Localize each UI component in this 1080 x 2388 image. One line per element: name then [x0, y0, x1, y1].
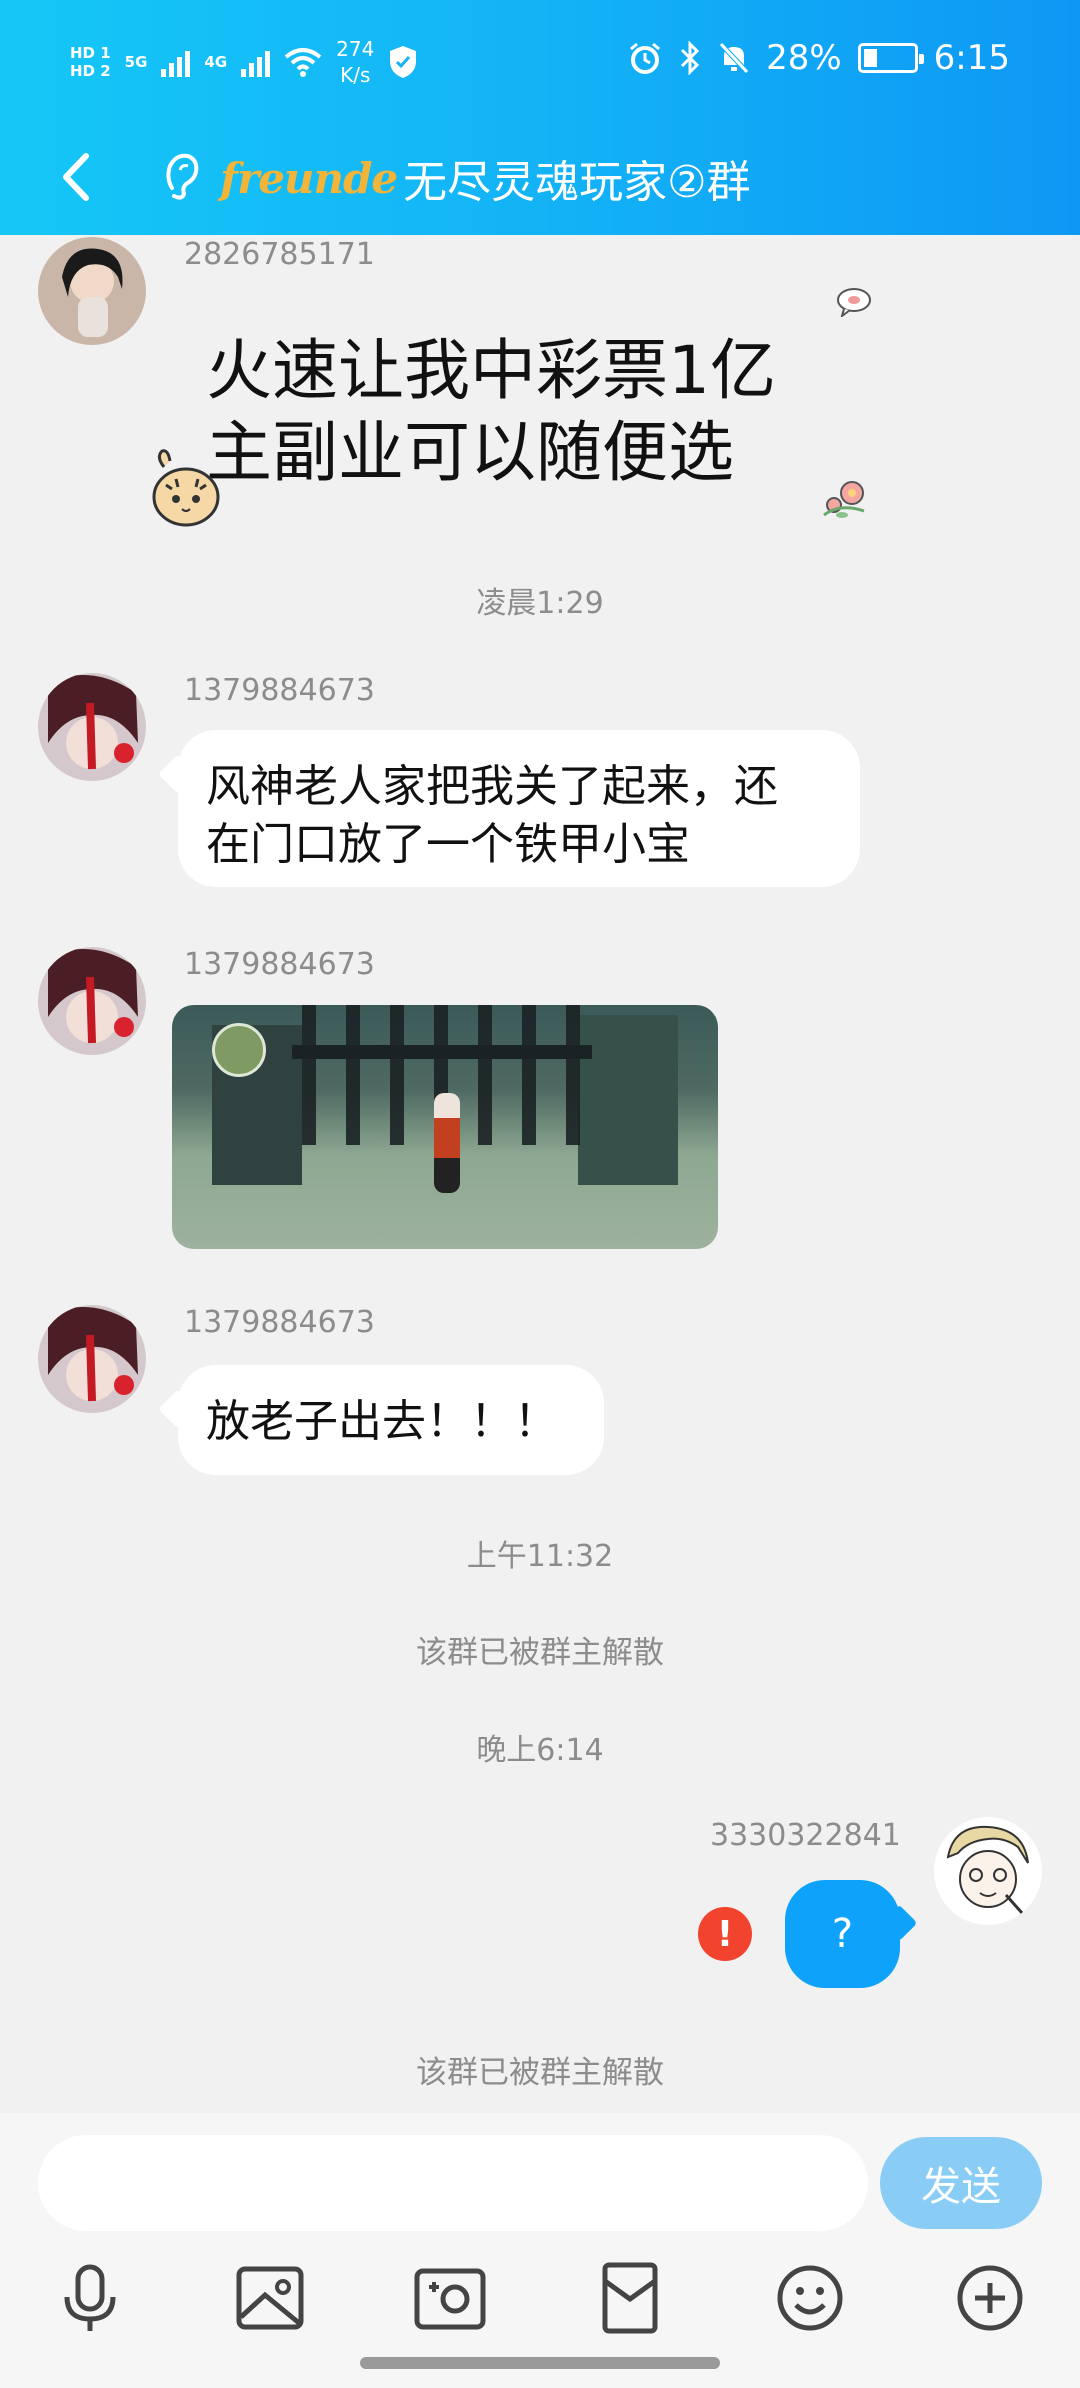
message-line: 风神老人家把我关了起来，还	[206, 761, 778, 812]
avatar[interactable]	[38, 1305, 146, 1413]
tiger-sticker-icon	[152, 449, 220, 527]
camera-icon[interactable]	[405, 2253, 495, 2343]
image-icon[interactable]	[225, 2253, 315, 2343]
network-speed: 274 K/s	[336, 36, 374, 88]
red-packet-icon[interactable]	[585, 2253, 675, 2343]
send-button[interactable]: 发送	[880, 2137, 1042, 2229]
sender-name: 1379884673	[184, 1305, 375, 1340]
send-failed-icon[interactable]: !	[698, 1907, 752, 1961]
sim-badges: HD 1 HD 2	[70, 44, 111, 80]
message-input[interactable]	[38, 2135, 868, 2231]
title-bar: freunde 无尽灵魂玩家②群	[0, 130, 1080, 235]
clock: 6:15	[933, 38, 1010, 78]
home-indicator[interactable]	[360, 2357, 720, 2369]
shield-icon	[390, 46, 417, 78]
sender-name: 3330322841	[710, 1818, 901, 1853]
back-icon[interactable]	[48, 142, 108, 212]
avatar[interactable]	[934, 1817, 1042, 1925]
bluetooth-icon	[681, 41, 700, 75]
mute-icon	[719, 42, 749, 74]
signal-icon-2	[241, 47, 271, 77]
game-screenshot-image[interactable]	[172, 1005, 718, 1249]
battery-fill	[863, 49, 877, 67]
emoji-icon[interactable]	[765, 2253, 855, 2343]
composer: 发送	[0, 2113, 1080, 2388]
timestamp: 凌晨1:29	[476, 586, 604, 621]
mic-icon[interactable]	[45, 2253, 135, 2343]
group-title: 无尽灵魂玩家②群	[403, 157, 751, 208]
network-type-1: 5G	[124, 53, 148, 71]
minimap-icon	[212, 1023, 266, 1077]
own-message-bubble[interactable]: ?	[785, 1880, 900, 1988]
timestamp: 晚上6:14	[476, 1733, 604, 1768]
sim1-badge: HD 1	[70, 44, 111, 62]
sender-name: 1379884673	[184, 947, 375, 982]
message-line: 在门口放了一个铁甲小宝	[206, 819, 690, 870]
avatar[interactable]	[38, 673, 146, 781]
message-bubble[interactable]: 风神老人家把我关了起来，还 在门口放了一个铁甲小宝	[178, 730, 860, 887]
game-character	[434, 1093, 460, 1193]
signal-icon-1	[161, 47, 191, 77]
header: HD 1 HD 2 5G 4G 274 K/s 28% 6:15 freunde…	[0, 0, 1080, 235]
message-bubble[interactable]: 放老子出去！！！	[178, 1365, 604, 1475]
plus-icon[interactable]	[945, 2253, 1035, 2343]
battery-icon	[857, 43, 924, 73]
group-badge-logo: freunde	[220, 153, 398, 203]
message-line: 火速让我中彩票1亿	[206, 332, 776, 409]
message-line: 主副业可以随便选	[206, 414, 734, 491]
avatar[interactable]	[38, 947, 146, 1055]
network-speed-unit: K/s	[340, 63, 371, 87]
flower-sticker-icon	[823, 481, 865, 518]
wifi-icon	[284, 48, 322, 77]
system-message: 该群已被群主解散	[416, 1635, 664, 1671]
sim2-badge: HD 2	[70, 62, 111, 80]
system-message: 该群已被群主解散	[416, 2055, 664, 2091]
chat-list[interactable]: 2826785171 火速让我中彩票1亿 主副业可以随便选 凌晨1:29 137…	[0, 235, 1080, 2113]
ear-icon[interactable]	[160, 148, 204, 202]
network-speed-value: 274	[336, 37, 375, 61]
timestamp: 上午11:32	[466, 1539, 614, 1574]
speech-bubble-icon	[837, 288, 871, 317]
sender-name: 1379884673	[184, 673, 375, 708]
avatar[interactable]	[38, 237, 146, 345]
battery-percent: 28%	[766, 38, 842, 78]
status-bar: HD 1 HD 2 5G 4G 274 K/s 28% 6:15	[0, 0, 1080, 130]
sticker-text-message[interactable]: 火速让我中彩票1亿 主副业可以随便选	[206, 330, 776, 494]
alarm-icon	[630, 42, 661, 74]
sender-name: 2826785171	[184, 237, 375, 272]
network-type-2: 4G	[204, 53, 228, 71]
